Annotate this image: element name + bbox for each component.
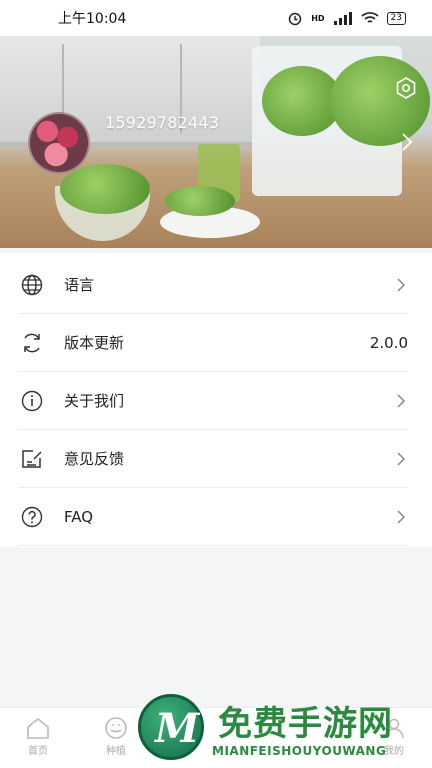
menu-item-label: FAQ bbox=[64, 507, 94, 526]
feedback-icon bbox=[22, 449, 42, 468]
menu-item-label: 语言 bbox=[64, 276, 95, 294]
profile-phone[interactable]: 15929782443 bbox=[105, 113, 219, 132]
menu-item-about-us[interactable]: 关于我们 bbox=[18, 372, 408, 430]
tab-plant[interactable]: 种植 bbox=[86, 716, 146, 757]
info-icon bbox=[21, 390, 43, 411]
menu-item-version-update[interactable]: 版本更新 2.0.0 bbox=[18, 314, 408, 372]
settings-icon[interactable] bbox=[394, 76, 418, 100]
avatar[interactable] bbox=[28, 112, 90, 174]
watermark-logo-icon: M bbox=[138, 694, 204, 760]
tab-label: 种植 bbox=[106, 746, 126, 757]
chevron-right-icon bbox=[397, 393, 406, 408]
status-bar: 上午10:04 HD 23 bbox=[0, 0, 432, 36]
status-time: 上午10:04 bbox=[58, 11, 127, 27]
refresh-icon bbox=[24, 333, 40, 352]
chevron-right-icon bbox=[397, 277, 406, 292]
plant-icon bbox=[105, 717, 127, 739]
chevron-right-icon bbox=[397, 509, 406, 524]
signal-icon bbox=[333, 12, 352, 25]
watermark-title: 免费手游网 bbox=[218, 704, 393, 744]
globe-icon bbox=[21, 274, 43, 295]
chevron-right-icon bbox=[397, 451, 406, 466]
banner-salad bbox=[165, 186, 235, 216]
profile-chevron-icon[interactable] bbox=[400, 132, 414, 152]
tab-label: 首页 bbox=[28, 746, 48, 757]
watermark-logo-letter: M bbox=[155, 705, 200, 752]
watermark-subtitle: MIANFEISHOUYOUWANG bbox=[212, 744, 387, 758]
status-icons: HD 23 bbox=[287, 10, 406, 26]
banner-greens bbox=[330, 56, 430, 146]
tab-home[interactable]: 首页 bbox=[8, 716, 68, 757]
menu-item-label: 版本更新 bbox=[64, 334, 125, 352]
wifi-icon bbox=[360, 12, 379, 23]
battery-indicator: 23 bbox=[386, 11, 406, 25]
version-number: 2.0.0 bbox=[369, 333, 408, 352]
menu-item-language[interactable]: 语言 bbox=[18, 256, 408, 314]
hd-badge: HD bbox=[311, 13, 325, 23]
settings-menu: 语言 版本更新 2.0.0 关于我们 意见反馈 FAQ bbox=[0, 253, 432, 547]
alarm-icon bbox=[288, 12, 302, 26]
menu-item-faq[interactable]: FAQ bbox=[18, 488, 408, 546]
menu-item-label: 关于我们 bbox=[64, 392, 125, 410]
home-icon bbox=[27, 717, 49, 739]
menu-item-feedback[interactable]: 意见反馈 bbox=[18, 430, 408, 488]
menu-item-label: 意见反馈 bbox=[64, 450, 125, 468]
help-icon bbox=[21, 506, 43, 527]
banner-salad bbox=[60, 164, 150, 214]
watermark: M 免费手游网 MIANFEISHOUYOUWANG bbox=[138, 694, 428, 766]
